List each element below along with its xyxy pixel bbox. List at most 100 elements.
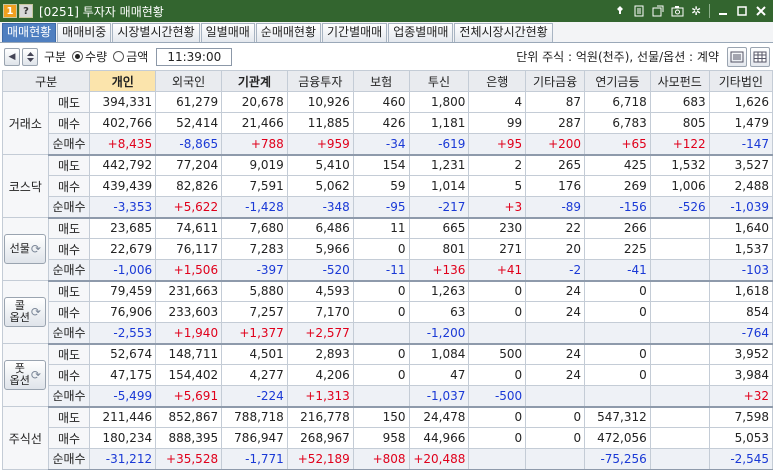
help-icon[interactable]: ?	[19, 4, 33, 18]
table-cell	[649, 385, 710, 408]
table-cell: 11,885	[286, 112, 354, 134]
table-cell: 5,410	[286, 154, 354, 176]
table-cell: 6,486	[286, 217, 354, 239]
column-header-1[interactable]: 개인	[89, 70, 157, 92]
table-cell: 3,527	[708, 154, 773, 176]
column-header-10[interactable]: 사모펀드	[649, 70, 710, 92]
table-cell: -764	[708, 322, 773, 345]
table-cell: +35,528	[155, 448, 223, 470]
table-cell: +2,577	[286, 322, 354, 345]
table-cell: 99	[468, 112, 527, 134]
table-cell: 2,488	[708, 175, 773, 197]
table-cell: 1,479	[708, 112, 773, 134]
group-cell-4[interactable]: 풋 옵션 ⟳	[2, 343, 49, 407]
gear-icon[interactable]: ✲	[688, 3, 704, 19]
table-cell	[649, 322, 710, 345]
table-cell: 0	[525, 406, 586, 428]
window-title: [0251] 투자자 매매현황	[39, 4, 164, 19]
table-row: 선물 ⟳ 매도 23,685 74,611 7,680 6,486 11 665 230 22 266…	[2, 217, 773, 281]
table-cell: 20	[525, 238, 586, 260]
table-cell: -1,771	[221, 448, 288, 470]
close-icon[interactable]	[753, 3, 769, 19]
excel-icon[interactable]	[750, 46, 770, 67]
table-cell: 1,006	[649, 175, 710, 197]
table-cell: 5,062	[286, 175, 354, 197]
table-cell: 0	[468, 280, 527, 302]
table-cell: 426	[352, 112, 410, 134]
table-cell: 439,439	[89, 175, 157, 197]
radio-quantity[interactable]: 수량	[72, 48, 107, 65]
table-cell: 52,674	[89, 343, 157, 365]
table-cell: -156	[584, 196, 651, 219]
prev-arrow-button[interactable]: ◀	[4, 47, 20, 66]
group-toggle-button-3[interactable]: 콜 옵션 ⟳	[4, 297, 47, 327]
table-cell: +65	[584, 133, 651, 156]
minimize-icon[interactable]	[715, 3, 731, 19]
radio-amount[interactable]: 금액	[113, 48, 148, 65]
table-cell	[649, 238, 710, 260]
table-cell: +20,488	[408, 448, 470, 470]
table-cell: +1,506	[155, 259, 223, 282]
column-header-6[interactable]: 투신	[408, 70, 470, 92]
maximize-icon[interactable]	[734, 3, 750, 19]
tab-0[interactable]: 매매현황	[2, 23, 57, 42]
table-cell: 59	[352, 175, 410, 197]
updown-arrow-button[interactable]	[22, 47, 38, 66]
column-header-9[interactable]: 연기금등	[584, 70, 651, 92]
group-cell-3[interactable]: 콜 옵션 ⟳	[2, 280, 49, 344]
table-cell: +5,691	[155, 385, 223, 408]
table-cell: 7,591	[221, 175, 288, 197]
table-cell: -2,553	[89, 322, 157, 345]
column-header-0[interactable]: 구분	[1, 70, 91, 92]
group-label-line: 옵션	[9, 374, 30, 387]
table-cell: -520	[286, 259, 354, 282]
tab-1[interactable]: 매매비중	[57, 23, 112, 42]
radio-quantity-dot[interactable]	[72, 51, 84, 62]
table-cell: 76,906	[89, 301, 157, 323]
column-header-11[interactable]: 기타법인	[708, 70, 773, 92]
camera-icon[interactable]	[669, 3, 685, 19]
doc-icon[interactable]	[631, 3, 647, 19]
column-header-3[interactable]: 기관계	[221, 70, 288, 92]
popup-icon[interactable]	[650, 3, 666, 19]
column-header-8[interactable]: 기타금융	[525, 70, 586, 92]
table-row: 순매수 +8,435 -8,865 +788 +959 -34 -619 +95 +200 +65…	[3, 133, 773, 156]
table-cell: -41	[584, 259, 651, 282]
table-row: 코스닥 매도 442,792 77,204 9,019 5,410 154 1,231 2 265…	[2, 154, 773, 218]
table-cell: 0	[584, 301, 651, 323]
table-cell: -5,499	[89, 385, 157, 408]
pin-icon[interactable]	[612, 3, 628, 19]
row-label: 매도	[47, 280, 91, 302]
radio-amount-dot[interactable]	[113, 51, 125, 62]
list-view-icon[interactable]	[727, 46, 747, 67]
column-header-2[interactable]: 외국인	[155, 70, 223, 92]
tab-5[interactable]: 기간별매매	[322, 23, 388, 42]
tab-3[interactable]: 일별매매	[200, 23, 255, 42]
table-cell: 805	[649, 112, 710, 134]
table-cell: +52,189	[286, 448, 354, 470]
window-number-badge[interactable]: 1	[3, 4, 17, 18]
table-cell: +788	[221, 133, 288, 156]
row-label: 매수	[47, 112, 91, 134]
table-cell: -1,006	[89, 259, 157, 282]
group-label: 코스닥	[8, 179, 42, 194]
tab-2[interactable]: 시장별시간현황	[112, 23, 200, 42]
table-cell: 5,053	[708, 427, 773, 449]
time-input[interactable]	[156, 47, 233, 66]
tab-6[interactable]: 업종별매매	[388, 23, 454, 42]
table-cell: -95	[352, 196, 410, 219]
group-toggle-button-4[interactable]: 풋 옵션 ⟳	[4, 360, 47, 390]
table-cell	[649, 427, 710, 449]
table-cell: 0	[468, 301, 527, 323]
tab-7[interactable]: 전체시장시간현황	[454, 23, 553, 42]
unit-label: 단위 주식 : 억원(천주), 선물/옵션 : 계약	[516, 50, 719, 64]
tab-4[interactable]: 순매매현황	[255, 23, 321, 42]
table-cell: 402,766	[89, 112, 157, 134]
column-header-4[interactable]: 금융투자	[286, 70, 354, 92]
group-toggle-button-2[interactable]: 선물 ⟳	[4, 234, 47, 264]
group-cell-2[interactable]: 선물 ⟳	[2, 217, 49, 281]
table-cell: 6,718	[584, 91, 651, 113]
column-header-7[interactable]: 은행	[468, 70, 527, 92]
column-header-5[interactable]: 보험	[352, 70, 410, 92]
group-cell-5: 주식선	[2, 406, 49, 470]
